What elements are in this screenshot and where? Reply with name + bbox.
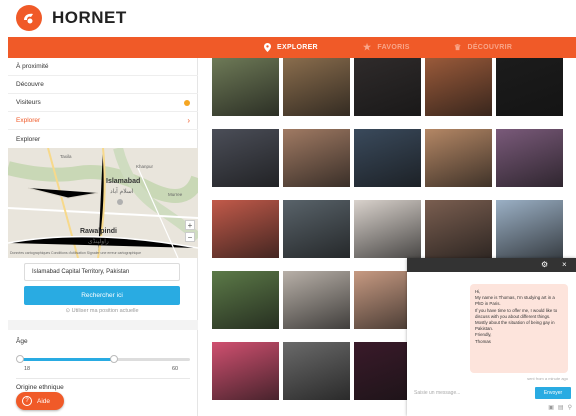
chat-message-text: Hi, My name is Thomas, I'm studying art i… <box>475 289 558 344</box>
location-map[interactable]: Taxila Khanpur Murree Islamabad اسلام آب… <box>8 148 198 258</box>
nav-explorer[interactable]: EXPLORER <box>264 37 318 58</box>
map-town-label: Murree <box>168 192 183 197</box>
help-label: Aide <box>37 397 51 405</box>
location-input[interactable]: Islamabad Capital Territory, Pakistan <box>24 263 180 281</box>
section-divider <box>8 320 198 330</box>
sidebar: À proximité Découvre Visiteurs Explorer … <box>8 58 198 416</box>
age-slider-max-handle[interactable] <box>109 355 118 363</box>
chat-tools: ▣ ▤ ⚲ <box>548 404 572 411</box>
question-icon: ? <box>22 396 32 406</box>
map-city-islamabad-native: اسلام آباد <box>110 189 134 195</box>
age-slider-min-handle[interactable] <box>16 355 24 363</box>
location-pin-icon <box>264 43 271 52</box>
nav-explorer-label: EXPLORER <box>277 44 318 51</box>
ethnicity-label: Origine ethnique <box>16 384 64 391</box>
chat-timestamp: sent from a minute ago <box>527 376 568 381</box>
nav-decouvrir-label: DÉCOUVRIR <box>467 44 513 51</box>
profile-photo-tile[interactable] <box>496 58 563 116</box>
sidebar-item-explore-active[interactable]: Explorer › <box>8 112 198 130</box>
hornet-logo-icon[interactable] <box>16 5 42 31</box>
map-city-rawalpindi-native: راولپنڈی <box>88 239 109 245</box>
sidebar-item-nearby[interactable]: À proximité <box>8 58 198 76</box>
nav-favoris-label: FAVORIS <box>377 44 410 51</box>
sidebar-item-explore[interactable]: Explorer <box>8 130 198 148</box>
chat-input-placeholder: Saisie un message... <box>414 390 461 396</box>
nav-decouvrir[interactable]: ♛ DÉCOUVRIR <box>454 37 512 58</box>
gear-icon[interactable]: ⚙ <box>541 260 548 269</box>
profile-photo-tile[interactable] <box>425 129 492 187</box>
sidebar-item-label: Explorer <box>16 135 41 143</box>
sidebar-item-discover[interactable]: Découvre <box>8 76 198 94</box>
sidebar-item-label: Visiteurs <box>16 99 41 106</box>
profile-photo-tile[interactable] <box>354 200 421 258</box>
close-icon[interactable]: × <box>562 260 567 269</box>
profile-photo-tile[interactable] <box>354 58 421 116</box>
map-zoom-in-button[interactable]: + <box>185 220 195 230</box>
app-header: HORNET <box>0 0 576 37</box>
send-label: Envoyer <box>543 390 563 396</box>
chat-header: ⚙ × <box>407 258 576 272</box>
map-footer: Données cartographiques Conditions d'uti… <box>10 251 142 255</box>
notification-dot <box>184 100 190 106</box>
profile-photo-tile[interactable] <box>425 200 492 258</box>
divider <box>16 378 190 379</box>
sidebar-item-label: Explorer <box>16 117 41 124</box>
chat-message-bubble: Hi, My name is Thomas, I'm studying art i… <box>470 284 568 373</box>
search-here-label: Rechercher ici <box>81 292 123 299</box>
use-current-location-link[interactable]: ⊙ Utiliser ma position actuelle <box>24 308 180 314</box>
use-location-label: Utiliser ma position actuelle <box>71 308 139 314</box>
lock-icon[interactable]: ▤ <box>558 404 564 411</box>
chevron-right-icon: › <box>187 116 190 125</box>
age-slider[interactable] <box>16 355 190 363</box>
sidebar-item-label: Découvre <box>16 81 44 88</box>
profile-photo-tile[interactable] <box>283 200 350 258</box>
age-slider-fill <box>20 358 114 361</box>
profile-photo-tile[interactable] <box>496 129 563 187</box>
profile-photo-tile[interactable] <box>496 200 563 258</box>
profile-photo-tile[interactable] <box>212 200 279 258</box>
help-button[interactable]: ? Aide <box>16 392 64 410</box>
map-town-label: Taxila <box>60 154 72 159</box>
map-zoom-out-button[interactable]: − <box>185 232 195 242</box>
chat-message-input[interactable]: Saisie un message... <box>411 386 531 400</box>
crown-icon: ♛ <box>454 43 462 52</box>
map-town-label: Khanpur <box>136 164 154 169</box>
profile-photo-tile[interactable] <box>283 271 350 329</box>
profile-photo-tile[interactable] <box>354 129 421 187</box>
top-nav: EXPLORER ★ FAVORIS ♛ DÉCOUVRIR <box>8 37 576 58</box>
profile-photo-tile[interactable] <box>212 342 279 400</box>
sidebar-item-visitors[interactable]: Visiteurs <box>8 94 198 112</box>
send-button[interactable]: Envoyer <box>535 387 571 399</box>
logo-text: HORNET <box>52 8 127 27</box>
location-input-value: Islamabad Capital Territory, Pakistan <box>32 269 130 275</box>
search-here-button[interactable]: Rechercher ici <box>24 286 180 305</box>
profile-photo-tile[interactable] <box>425 58 492 116</box>
profile-photo-tile[interactable] <box>212 58 279 116</box>
age-max-value: 60 <box>172 366 179 372</box>
image-icon[interactable]: ▣ <box>548 404 554 411</box>
profile-photo-tile[interactable] <box>283 342 350 400</box>
profile-photo-tile[interactable] <box>283 129 350 187</box>
location-pin-icon[interactable]: ⚲ <box>568 404 572 411</box>
chat-window: ⚙ × Hi, My name is Thomas, I'm studying a… <box>407 258 576 416</box>
profile-photo-tile[interactable] <box>283 58 350 116</box>
age-min-value: 18 <box>24 366 31 372</box>
star-icon: ★ <box>363 42 372 52</box>
nav-favoris[interactable]: ★ FAVORIS <box>363 37 410 58</box>
sidebar-item-label: À proximité <box>16 63 49 70</box>
profile-photo-tile[interactable] <box>212 129 279 187</box>
age-label: Âge <box>16 338 28 345</box>
map-city-rawalpindi: Rawalpindi <box>80 228 117 235</box>
profile-photo-tile[interactable] <box>212 271 279 329</box>
map-city-islamabad: Islamabad <box>106 178 141 185</box>
